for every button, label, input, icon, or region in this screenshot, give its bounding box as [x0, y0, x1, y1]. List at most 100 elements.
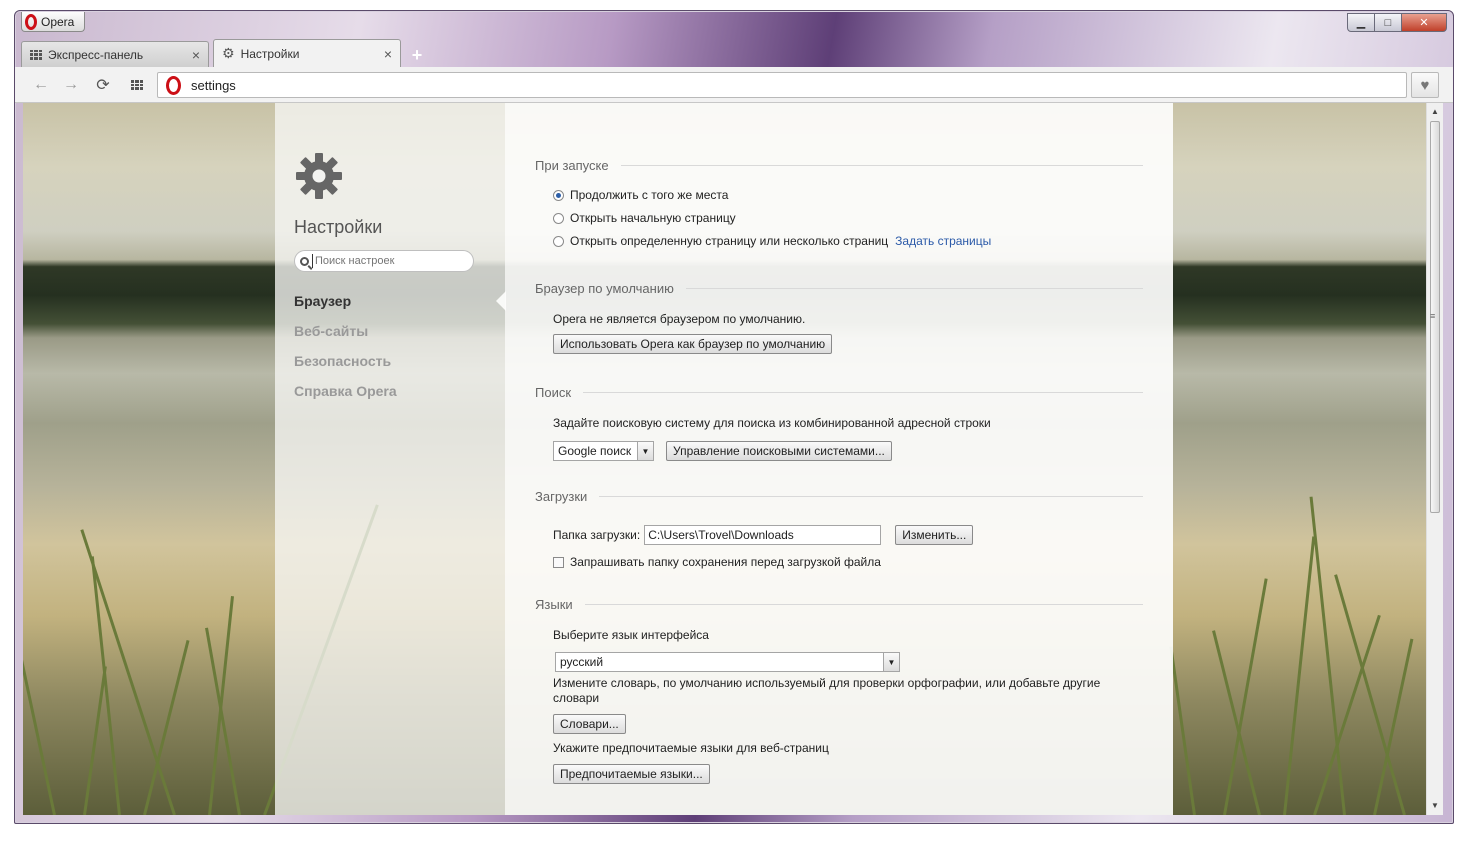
forward-button[interactable]: → — [61, 75, 81, 95]
startup-heading: При запуске — [535, 158, 609, 173]
ask-folder-checkbox[interactable] — [553, 556, 564, 568]
interface-language-label: Выберите язык интерфейса — [553, 628, 709, 642]
ask-folder-label: Запрашивать папку сохранения перед загру… — [570, 555, 881, 569]
grass-blade — [90, 556, 121, 815]
chevron-down-icon: ▼ — [637, 442, 653, 460]
default-browser-heading: Браузер по умолчанию — [535, 281, 674, 296]
grass-blade — [1169, 646, 1196, 815]
nav-item-browser[interactable]: Браузер — [294, 293, 397, 323]
divider — [620, 165, 1143, 166]
ask-folder-row[interactable]: Запрашивать папку сохранения перед загру… — [553, 555, 881, 569]
close-tab-icon[interactable]: × — [192, 47, 200, 63]
tab-settings[interactable]: ⚙ Настройки × — [213, 39, 401, 67]
speed-dial-button[interactable] — [127, 75, 147, 95]
maximize-button[interactable]: □ — [1374, 13, 1402, 32]
download-folder-label: Папка загрузки: — [553, 528, 641, 542]
nav-item-security[interactable]: Безопасность — [294, 353, 397, 383]
dictionary-text-row: Измените словарь, по умолчанию используе… — [553, 676, 1113, 706]
radio-label: Открыть начальную страницу — [570, 211, 736, 225]
window-controls: ▁ □ ✕ — [1347, 13, 1447, 32]
grass-blade — [1313, 614, 1381, 815]
opera-menu-label: Opera — [41, 14, 75, 29]
interface-language-select[interactable]: русский ▼ — [555, 652, 900, 672]
make-default-button[interactable]: Использовать Opera как браузер по умолча… — [553, 334, 833, 354]
settings-search-input[interactable] — [312, 254, 467, 268]
opera-menu-button[interactable]: Opera — [21, 12, 85, 32]
chevron-down-icon: ▼ — [883, 653, 899, 671]
back-button[interactable]: ← — [31, 75, 51, 95]
downloads-heading: Загрузки — [535, 489, 588, 504]
preferred-languages-button-row: Предпочитаемые языки... — [553, 764, 710, 784]
search-controls-row: Google поиск ▼ Управление поисковыми сис… — [553, 441, 892, 461]
settings-main: При запуске Продолжить с того же места О… — [505, 103, 1173, 815]
stash-heart-button[interactable]: ♥ — [1411, 72, 1439, 98]
interface-language-value: русский — [560, 655, 604, 669]
dictionary-text: Измените словарь, по умолчанию используе… — [553, 676, 1101, 705]
search-heading-row: Поиск — [535, 385, 1143, 400]
grass-blade — [83, 666, 107, 815]
nav-item-help[interactable]: Справка Opera — [294, 383, 397, 413]
settings-page: Настройки Браузер Веб-сайты Безопасность… — [23, 103, 1426, 815]
settings-sidebar: Настройки Браузер Веб-сайты Безопасность… — [275, 103, 505, 815]
search-engine-select[interactable]: Google поиск ▼ — [553, 441, 654, 461]
radio-label: Продолжить с того же места — [570, 188, 729, 202]
close-tab-icon[interactable]: × — [384, 46, 392, 62]
browser-window: Opera ▁ □ ✕ Экспресс-панель × ⚙ Настройк… — [14, 10, 1454, 824]
address-text: settings — [191, 77, 236, 93]
default-browser-section: Браузер по умолчанию Opera не является б… — [535, 281, 1143, 354]
address-bar[interactable]: settings — [157, 72, 1407, 98]
set-pages-link[interactable]: Задать страницы — [895, 234, 991, 248]
downloads-section: Загрузки Папка загрузки: C:\Users\Trovel… — [535, 489, 1143, 569]
settings-nav: Браузер Веб-сайты Безопасность Справка O… — [294, 293, 397, 413]
preferred-languages-text-row: Укажите предпочитаемые языки для веб-стр… — [553, 741, 829, 755]
grid-icon — [131, 80, 143, 90]
languages-heading-row: Языки — [535, 597, 1143, 612]
languages-heading: Языки — [535, 597, 573, 612]
radio-continue[interactable] — [553, 189, 564, 201]
manage-search-engines-button[interactable]: Управление поисковыми системами... — [666, 441, 892, 461]
scroll-up-icon[interactable]: ▲ — [1431, 107, 1439, 116]
default-browser-status-row: Opera не является браузером по умолчанию… — [553, 312, 805, 326]
search-icon — [300, 256, 309, 266]
startup-section: При запуске Продолжить с того же места О… — [535, 158, 1143, 248]
preferred-languages-button[interactable]: Предпочитаемые языки... — [553, 764, 710, 784]
radio-specific[interactable] — [553, 235, 564, 247]
dictionaries-button-row: Словари... — [553, 714, 626, 734]
reload-button[interactable]: ⟳ — [93, 75, 113, 95]
search-section: Поиск Задайте поисковую систему для поис… — [535, 385, 1143, 461]
download-folder-input[interactable]: C:\Users\Trovel\Downloads — [644, 525, 882, 545]
download-folder-row: Папка загрузки: C:\Users\Trovel\Download… — [553, 525, 974, 545]
divider — [584, 604, 1143, 605]
default-browser-button-row: Использовать Opera как браузер по умолча… — [553, 334, 833, 354]
gear-icon: ⚙ — [222, 45, 235, 61]
default-browser-status: Opera не является браузером по умолчанию… — [553, 312, 806, 326]
new-tab-button[interactable]: + — [405, 43, 429, 67]
change-folder-button[interactable]: Изменить... — [895, 525, 974, 545]
scroll-down-icon[interactable]: ▼ — [1431, 801, 1439, 810]
search-heading: Поиск — [535, 385, 572, 400]
scroll-grip-icon: ≡ — [1430, 311, 1436, 321]
startup-option-homepage[interactable]: Открыть начальную страницу — [553, 211, 736, 225]
radio-label: Открыть определенную страницу или нескол… — [570, 234, 889, 248]
page-title: Настройки — [294, 217, 383, 237]
grid-icon — [30, 49, 42, 60]
vertical-scrollbar[interactable]: ▲ ≡ ▼ — [1426, 103, 1443, 815]
tab-express-panel[interactable]: Экспресс-панель × — [21, 41, 209, 67]
nav-item-websites[interactable]: Веб-сайты — [294, 323, 397, 353]
startup-option-continue[interactable]: Продолжить с того же места — [553, 188, 728, 202]
opera-page-icon — [166, 75, 181, 95]
preferred-languages-text: Укажите предпочитаемые языки для веб-стр… — [553, 741, 829, 755]
search-description: Задайте поисковую систему для поиска из … — [553, 416, 991, 430]
close-window-button[interactable]: ✕ — [1401, 13, 1447, 32]
grass-blade — [1334, 574, 1406, 815]
dictionaries-button[interactable]: Словари... — [553, 714, 626, 734]
search-description-row: Задайте поисковую систему для поиска из … — [553, 416, 991, 430]
minimize-button[interactable]: ▁ — [1347, 13, 1375, 32]
settings-search[interactable] — [294, 250, 474, 272]
startup-option-specific[interactable]: Открыть определенную страницу или нескол… — [553, 234, 991, 248]
grass-blade — [80, 529, 176, 815]
search-engine-value: Google поиск — [558, 444, 632, 458]
radio-homepage[interactable] — [553, 212, 564, 224]
divider — [599, 496, 1143, 497]
interface-language-row: русский ▼ — [553, 652, 900, 672]
